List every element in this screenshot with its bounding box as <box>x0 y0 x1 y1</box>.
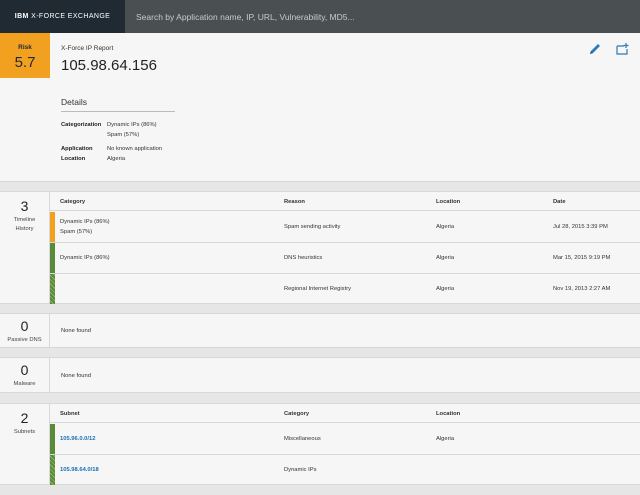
subnets-label: Subnets <box>13 429 36 435</box>
date-cell: Mar 15, 2015 9:19 PM <box>553 255 611 261</box>
risk-badge: Risk 5.7 <box>0 33 50 78</box>
category-cell: Dynamic IPs (86%) <box>60 255 110 261</box>
table-row[interactable]: Regional Internet Registry Algeria Nov 1… <box>50 274 640 304</box>
column-header[interactable]: Reason <box>284 199 305 205</box>
pencil-icon[interactable] <box>588 42 602 56</box>
column-header[interactable]: Date <box>553 199 566 205</box>
subnets-count-box: 2 Subnets <box>0 404 50 484</box>
passive-dns-label: Passive DNS <box>7 337 42 343</box>
column-header[interactable]: Location <box>436 199 460 205</box>
location-key: Location <box>61 156 86 162</box>
details-list: Categorization Dynamic IPs (86%) Spam (5… <box>61 122 162 166</box>
location-cell: Algeria <box>436 436 455 442</box>
malware-label: Malware <box>13 381 36 387</box>
subnets-count: 2 <box>20 410 29 426</box>
application-key: Application <box>61 146 93 152</box>
severity-bar <box>50 274 55 304</box>
categorization-value: Dynamic IPs (86%) <box>107 122 157 128</box>
details-heading: Details <box>61 97 175 112</box>
categorization-key: Categorization <box>61 122 102 128</box>
timeline-history-section: 3 Timeline History Category Reason Locat… <box>0 191 640 304</box>
subnet-link[interactable]: 105.96.0.0/12 <box>60 436 95 442</box>
search-input[interactable] <box>125 0 640 33</box>
table-row[interactable]: 105.98.64.0/18 Dynamic IPs <box>50 455 640 485</box>
table-header: Subnet Category Location <box>50 404 640 423</box>
column-header[interactable]: Category <box>284 411 309 417</box>
subnets-section: 2 Subnets Subnet Category Location 105.9… <box>0 403 640 485</box>
categorization-value: Spam (57%) <box>107 132 140 138</box>
malware-count: 0 <box>20 362 29 378</box>
brand-logo[interactable]: IBM X-FORCE EXCHANGE <box>0 0 125 33</box>
risk-label: Risk <box>18 44 32 51</box>
severity-bar <box>50 243 55 273</box>
table-row[interactable]: Dynamic IPs (86%) Spam (57%) Spam sendin… <box>50 212 640 243</box>
column-header[interactable]: Location <box>436 411 460 417</box>
category-cell: Spam (57%) <box>60 229 93 235</box>
table-header: Category Reason Location Date <box>50 192 640 211</box>
application-value: No known application <box>107 146 163 152</box>
severity-bar <box>50 212 55 242</box>
timeline-count-box: 3 Timeline History <box>0 192 50 303</box>
passive-dns-section: 0 Passive DNS None found <box>0 313 640 348</box>
subnet-link[interactable]: 105.98.64.0/18 <box>60 467 99 473</box>
column-header[interactable]: Category <box>60 199 85 205</box>
timeline-label-2: History <box>15 226 34 232</box>
page-title: 105.98.64.156 <box>61 57 157 74</box>
top-bar: IBM X-FORCE EXCHANGE <box>0 0 640 33</box>
location-cell: Algeria <box>436 286 455 292</box>
table-row[interactable]: 105.96.0.0/12 Miscellaneous Algeria <box>50 424 640 455</box>
severity-bar <box>50 455 55 485</box>
reason-cell: Spam sending activity <box>284 224 341 230</box>
empty-message: None found <box>61 328 91 334</box>
location-cell: Algeria <box>436 255 455 261</box>
column-header[interactable]: Subnet <box>60 411 80 417</box>
category-cell: Dynamic IPs (86%) <box>60 219 110 225</box>
add-to-collection-icon[interactable] <box>615 42 629 56</box>
reason-cell: DNS heuristics <box>284 255 323 261</box>
malware-count-box: 0 Malware <box>0 358 50 392</box>
location-cell: Algeria <box>436 224 455 230</box>
date-cell: Nov 19, 2013 2:27 AM <box>553 286 611 292</box>
risk-score: 5.7 <box>14 54 36 71</box>
category-cell: Miscellaneous <box>284 436 321 442</box>
passive-dns-count: 0 <box>20 318 29 334</box>
category-cell: Dynamic IPs <box>284 467 317 473</box>
report-type: X-Force IP Report <box>61 45 114 52</box>
date-cell: Jul 28, 2015 3:39 PM <box>553 224 608 230</box>
severity-bar <box>50 424 55 454</box>
location-value: Algeria <box>107 156 126 162</box>
reason-cell: Regional Internet Registry <box>284 286 352 292</box>
empty-message: None found <box>61 373 91 379</box>
timeline-label-1: Timeline <box>13 217 36 223</box>
ip-report-card: Risk 5.7 X-Force IP Report 105.98.64.156… <box>0 33 640 182</box>
passive-dns-count-box: 0 Passive DNS <box>0 314 50 347</box>
brand-ibm: IBM <box>14 13 29 20</box>
malware-section: 0 Malware None found <box>0 357 640 393</box>
timeline-count: 3 <box>20 198 29 214</box>
brand-name: X-FORCE EXCHANGE <box>31 13 111 20</box>
table-row[interactable]: Dynamic IPs (86%) DNS heuristics Algeria… <box>50 243 640 274</box>
